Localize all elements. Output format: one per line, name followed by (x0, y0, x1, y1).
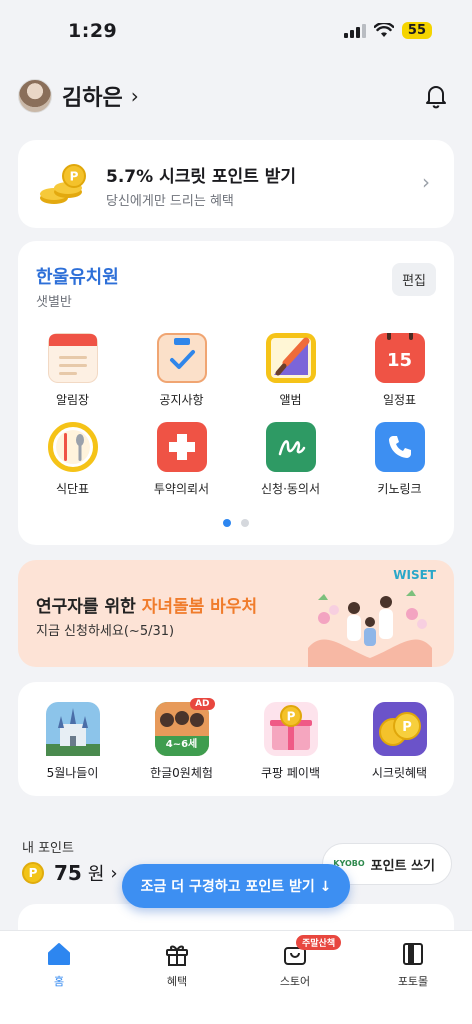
tab-label: 스토어 (279, 975, 311, 988)
bottom-tab-bar: 홈 혜택 주말산책 스토어 포토몰 (0, 930, 472, 1024)
chevron-right-icon[interactable]: › (131, 84, 139, 108)
promo-subtitle: 당신에게만 드리는 혜택 (106, 194, 234, 209)
bell-icon[interactable] (422, 82, 450, 110)
app-schedule[interactable]: 15 일정표 (345, 333, 454, 408)
event-label: 쿠팡 페이백 (260, 766, 320, 780)
banner-title: 연구자를 위한 자녀돌봄 바우처 (36, 592, 257, 617)
age-caption: 4~6세 (165, 739, 198, 750)
gift-icon (166, 945, 188, 966)
promo-title: 5.7% 시크릿 포인트 받기 (106, 167, 297, 187)
tab-label: 혜택 (166, 975, 188, 988)
app-label: 투약의뢰서 (153, 482, 210, 496)
album-icon (265, 333, 316, 383)
page-indicator (18, 519, 454, 527)
avatar[interactable] (18, 79, 52, 113)
profile-name[interactable]: 김하은 (62, 80, 123, 112)
tab-home[interactable]: 홈 (0, 931, 118, 1024)
battery-indicator: 55 (401, 22, 432, 39)
my-points-label: 내 포인트 (22, 841, 74, 856)
event-grid: 5월나들이 4~6세 AD 한글0원체험 P 쿠팡 페이백 P 시크릿혜택 (18, 698, 454, 781)
app-label: 식단표 (55, 482, 90, 496)
app-label: 앨범 (279, 393, 302, 407)
calendar-icon: 15 (374, 333, 425, 383)
app-notice-board[interactable]: 알림장 (18, 333, 127, 408)
event-label: 한글0원체험 (150, 766, 213, 780)
points-summary[interactable]: P 75 원 › (22, 860, 118, 886)
edit-button[interactable]: 편집 (392, 263, 436, 296)
use-points-label: 포인트 쓰기 (370, 858, 435, 874)
chevron-right-icon: › (422, 170, 430, 194)
store-icon-wrapper: 주말산책 (282, 935, 342, 967)
app-announcements[interactable]: 공지사항 (127, 333, 236, 408)
banner-title-highlight: 자녀돌봄 바우처 (141, 597, 258, 617)
app-label: 키노링크 (377, 482, 422, 496)
tab-photo-mall[interactable]: 포토몰 (354, 931, 472, 1024)
profile-header: 김하은 › (18, 78, 454, 114)
tab-store[interactable]: 주말산책 스토어 (236, 931, 354, 1024)
event-coupang-payback[interactable]: P 쿠팡 페이백 (236, 702, 345, 781)
family-illustration (308, 590, 432, 667)
school-name: 한울유치원 (36, 267, 119, 288)
app-label: 공지사항 (159, 393, 204, 407)
medicine-icon (156, 422, 207, 472)
status-time: 1:29 (68, 20, 118, 42)
book-icon (403, 943, 423, 965)
status-bar: 1:29 55 (0, 0, 472, 62)
app-meal-plan[interactable]: 식단표 (18, 422, 127, 497)
kindergarten-card: 한울유치원 샛별반 편집 알림장 공지사항 앨범 15 일정표 식단표 투약의뢰… (18, 241, 454, 545)
point-coin-icon: P (22, 862, 44, 884)
event-label: 5월나들이 (46, 766, 99, 780)
app-label: 알림장 (55, 393, 90, 407)
explore-more-button[interactable]: 조금 더 구경하고 포인트 받기 ↓ (122, 864, 350, 908)
page-dot-active[interactable] (223, 519, 231, 527)
cellular-signal-icon (343, 23, 366, 38)
svg-text:P: P (70, 170, 79, 184)
svg-text:P: P (402, 720, 412, 735)
app-medication-request[interactable]: 투약의뢰서 (127, 422, 236, 497)
consent-icon (265, 422, 316, 472)
event-hangul-trial[interactable]: 4~6세 AD 한글0원체험 (127, 698, 236, 781)
ad-badge: AD (190, 698, 215, 710)
app-album[interactable]: 앨범 (236, 333, 345, 408)
coins-icon: P (372, 702, 427, 756)
event-may-outing[interactable]: 5월나들이 (18, 702, 127, 781)
page-dot[interactable] (241, 519, 249, 527)
clipboard-check-icon (156, 333, 207, 383)
wiset-logo: WISET (393, 568, 436, 582)
wifi-icon (373, 23, 394, 37)
app-consent-forms[interactable]: 신청·동의서 (236, 422, 345, 497)
app-kinolink[interactable]: 키노링크 (345, 422, 454, 497)
tab-benefits[interactable]: 혜택 (118, 931, 236, 1024)
status-icons: 55 (343, 22, 432, 39)
tab-label: 홈 (53, 975, 65, 988)
weekend-walk-badge: 주말산책 (296, 935, 342, 950)
app-grid: 알림장 공지사항 앨범 15 일정표 식단표 투약의뢰서 신청·동의서 키노링크 (18, 333, 454, 497)
banner-title-prefix: 연구자를 위한 (36, 597, 142, 617)
castle-icon (45, 702, 100, 756)
chevron-right-icon: › (110, 862, 118, 884)
phone-icon (374, 422, 425, 472)
home-icon (48, 943, 70, 965)
event-label: 시크릿혜택 (371, 766, 428, 780)
event-secret-benefit[interactable]: P 시크릿혜택 (345, 702, 454, 781)
svg-text:P: P (286, 710, 295, 724)
class-name: 샛별반 (36, 295, 72, 310)
secret-points-promo-card[interactable]: P 5.7% 시크릿 포인트 받기 당신에게만 드리는 혜택 › (18, 140, 454, 228)
notebook-icon (47, 333, 98, 383)
banner-subtitle: 지금 신청하세요(~5/31) (36, 624, 175, 639)
childcare-voucher-banner[interactable]: WISET 연구자를 위한 자녀돌봄 바우처 지금 신청하세요(~5/31) (18, 560, 454, 667)
app-label: 일정표 (382, 393, 417, 407)
points-unit: 원 (87, 864, 105, 885)
hangul-class-icon: 4~6세 AD (154, 698, 215, 756)
events-card: 5월나들이 4~6세 AD 한글0원체험 P 쿠팡 페이백 P 시크릿혜택 (18, 682, 454, 796)
tab-label: 포토몰 (397, 975, 429, 988)
gift-coin-icon: P (263, 702, 318, 756)
app-label: 신청·동의서 (260, 482, 320, 496)
coins-icon: P (40, 164, 86, 204)
points-value: 75 (54, 861, 82, 885)
meal-icon (47, 422, 98, 472)
